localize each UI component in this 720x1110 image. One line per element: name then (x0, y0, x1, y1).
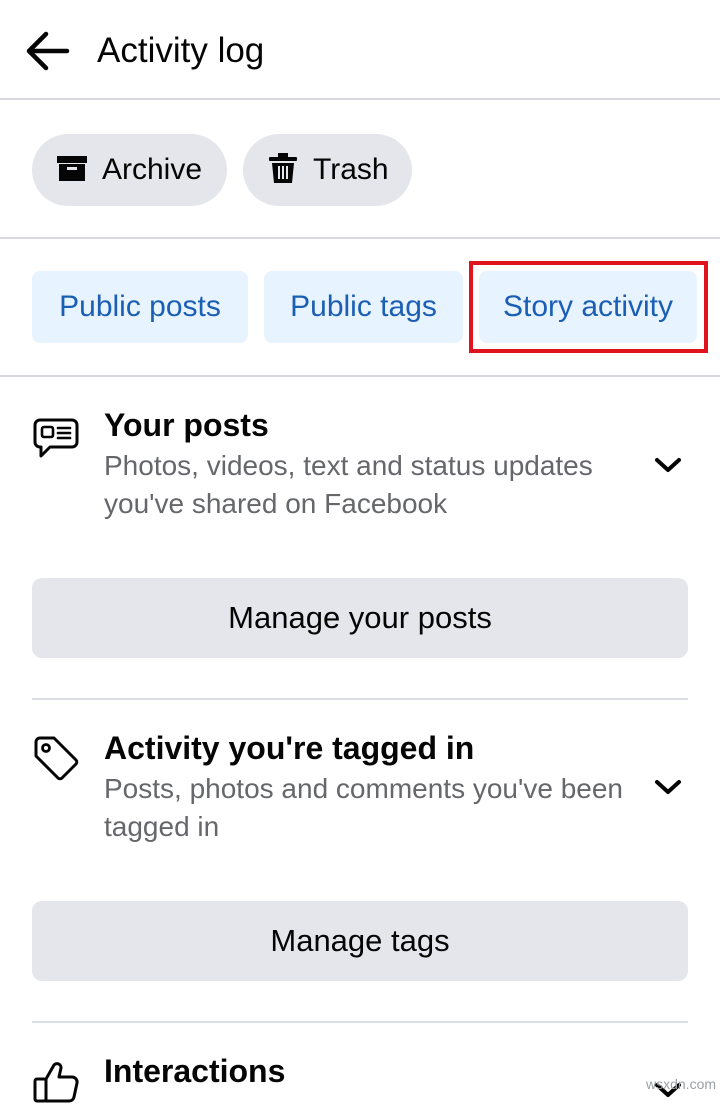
watermark: wsxdn.com (646, 1076, 717, 1092)
archive-trash-row: Archive Trash (0, 101, 720, 239)
section-title: Activity you're tagged in (104, 730, 475, 766)
section-description: Photos, videos, text and status updates … (104, 450, 593, 519)
app-header: Activity log (0, 0, 720, 100)
manage-posts-button[interactable]: Manage your posts (32, 578, 688, 658)
manage-tags-button[interactable]: Manage tags (32, 901, 688, 981)
trash-button[interactable]: Trash (243, 134, 412, 206)
posts-icon (32, 414, 80, 462)
section-title: Interactions (104, 1053, 286, 1089)
your-posts-section: Your posts Photos, videos, text and stat… (0, 378, 720, 698)
page-title: Activity log (97, 31, 265, 70)
chevron-down-icon[interactable] (652, 454, 684, 478)
archive-button[interactable]: Archive (32, 134, 227, 206)
chevron-down-icon[interactable] (652, 776, 684, 800)
tab-public-posts[interactable]: Public posts (32, 271, 248, 343)
tab-story-activity[interactable]: Story activity (479, 271, 697, 343)
archive-label: Archive (102, 153, 203, 186)
thumbs-up-icon (32, 1057, 80, 1105)
trash-icon (267, 152, 303, 188)
interactions-section: Interactions (0, 1023, 720, 1103)
archive-icon (56, 152, 92, 188)
tab-public-tags[interactable]: Public tags (264, 271, 463, 343)
trash-label: Trash (313, 153, 389, 186)
tagged-activity-section: Activity you're tagged in Posts, photos … (0, 700, 720, 1020)
back-arrow-icon[interactable] (20, 28, 72, 74)
category-tabs-row: Public posts Public tags Story activity (0, 240, 720, 377)
tag-icon (32, 734, 80, 782)
section-description: Posts, photos and comments you've been t… (104, 773, 623, 842)
section-title: Your posts (104, 407, 269, 443)
